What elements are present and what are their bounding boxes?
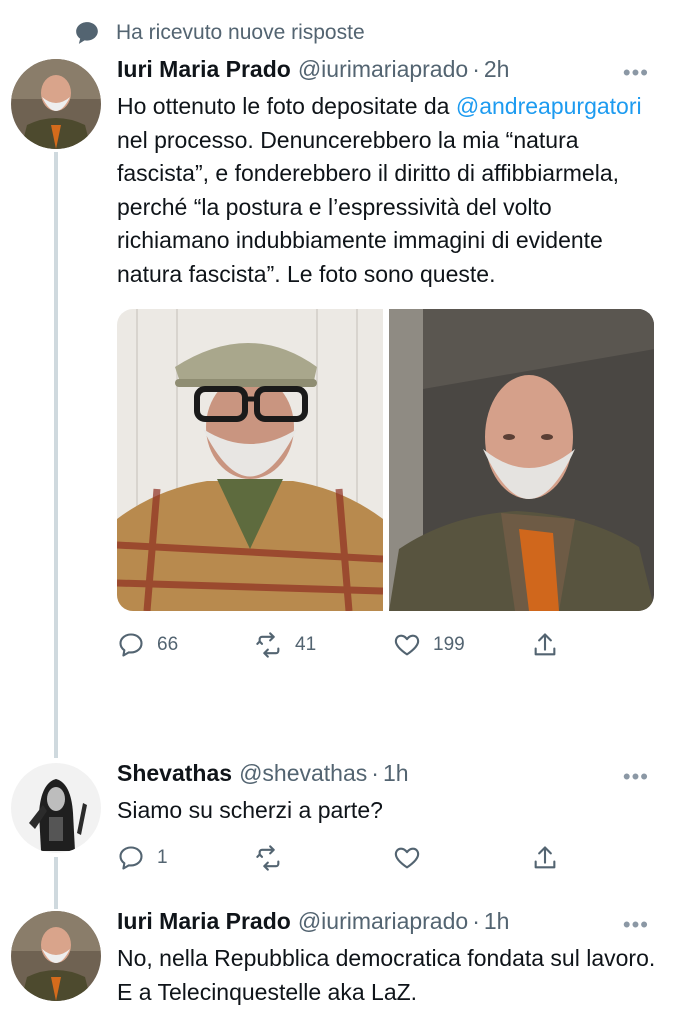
tweet[interactable]: Iuri Maria Prado @iurimariaprado · 2h ••… <box>0 56 687 736</box>
retweet-button[interactable]: 41 <box>255 631 393 659</box>
tweet-text-end: nel processo. Denuncerebbero la mia “nat… <box>117 126 620 287</box>
reply-count: 66 <box>157 634 179 655</box>
user-handle[interactable]: @iurimariaprado <box>298 908 468 935</box>
heart-icon <box>394 634 420 656</box>
tweet-actions: 66 41 199 <box>117 625 663 665</box>
share-icon <box>534 845 556 868</box>
like-count: 199 <box>433 634 465 655</box>
heart-icon <box>394 847 420 868</box>
reply-button[interactable]: 66 <box>117 631 255 659</box>
retweet-button[interactable] <box>255 844 393 872</box>
tweet-text: Ho ottenuto le foto depositate da @andre… <box>117 90 663 291</box>
timestamp[interactable]: 1h <box>484 908 510 935</box>
user-handle[interactable]: @shevathas <box>239 760 367 787</box>
tweet-body: Shevathas @shevathas · 1h ••• Siamo su s… <box>117 760 663 878</box>
tweet[interactable]: Iuri Maria Prado @iurimariaprado · 1h ••… <box>0 908 687 1024</box>
reply-icon <box>119 633 143 657</box>
reply-button[interactable]: 1 <box>117 844 255 872</box>
more-options-icon[interactable]: ••• <box>623 60 649 86</box>
tweet-body: Iuri Maria Prado @iurimariaprado · 1h ••… <box>117 908 663 1009</box>
social-context-label: Ha ricevuto nuove risposte <box>116 21 365 44</box>
mention-link[interactable]: @andreapurgatori <box>456 93 642 119</box>
avatar[interactable] <box>11 911 101 1001</box>
retweet-icon <box>256 844 280 871</box>
reply-count: 1 <box>157 846 168 868</box>
separator: · <box>472 56 480 82</box>
separator: · <box>371 760 379 786</box>
avatar[interactable] <box>11 59 101 149</box>
display-name[interactable]: Shevathas <box>117 760 232 787</box>
timestamp[interactable]: 1h <box>383 760 409 787</box>
tweet-body: Iuri Maria Prado @iurimariaprado · 2h ••… <box>117 56 663 665</box>
more-options-icon[interactable]: ••• <box>623 912 649 938</box>
tweet-actions: 1 <box>117 838 663 878</box>
like-button[interactable] <box>393 844 531 872</box>
like-button[interactable]: 199 <box>393 631 531 659</box>
retweet-icon <box>256 632 280 658</box>
tweet-media[interactable] <box>117 309 654 611</box>
user-handle[interactable]: @iurimariaprado <box>298 56 468 83</box>
share-button[interactable] <box>531 631 571 659</box>
more-options-icon[interactable]: ••• <box>623 764 649 790</box>
share-button[interactable] <box>531 844 571 872</box>
display-name[interactable]: Iuri Maria Prado <box>117 56 291 83</box>
tweet-header: Shevathas @shevathas · 1h <box>117 760 663 792</box>
tweet-text: No, nella Repubblica democratica fondata… <box>117 945 656 1005</box>
share-icon <box>534 633 556 656</box>
separator: · <box>472 908 480 934</box>
reply-icon <box>119 845 143 870</box>
photo-2[interactable] <box>388 309 654 611</box>
tweet-text: Siamo su scherzi a parte? <box>117 797 383 823</box>
tweet-header: Iuri Maria Prado @iurimariaprado · 1h <box>117 908 663 940</box>
retweet-count: 41 <box>295 634 317 655</box>
photo-1[interactable] <box>117 309 383 611</box>
tweet-header: Iuri Maria Prado @iurimariaprado · 2h <box>117 56 663 88</box>
social-context[interactable]: Ha ricevuto nuove risposte <box>74 18 365 48</box>
avatar[interactable] <box>11 763 101 853</box>
display-name[interactable]: Iuri Maria Prado <box>117 908 291 935</box>
timestamp[interactable]: 2h <box>484 56 510 83</box>
tweet[interactable]: Shevathas @shevathas · 1h ••• Siamo su s… <box>0 760 687 890</box>
tweet-text-start: Ho ottenuto le foto depositate da <box>117 93 456 119</box>
reply-bubble-icon <box>76 22 98 44</box>
